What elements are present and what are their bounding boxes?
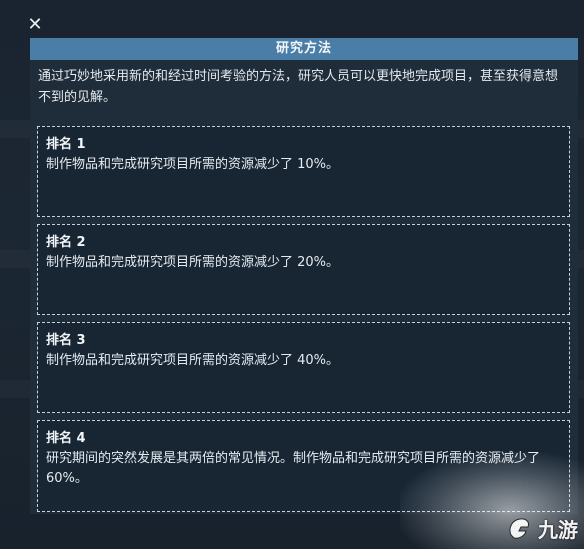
rank-effect: 制作物品和完成研究项目所需的资源减少了 20%。: [46, 255, 340, 270]
rank-name: 排名 4: [46, 431, 86, 446]
rank-name: 排名 1: [46, 137, 86, 152]
rank-effect: 制作物品和完成研究项目所需的资源减少了 10%。: [46, 157, 340, 172]
dialog-description: 通过巧妙地采用新的和经过时间考验的方法，研究人员可以更快地完成项目，甚至获得意想…: [38, 69, 559, 105]
watermark: 九游: [504, 513, 578, 543]
research-dialog: 研究方法 通过巧妙地采用新的和经过时间考验的方法，研究人员可以更快地完成项目，甚…: [30, 38, 578, 514]
dialog-title: 研究方法: [30, 38, 578, 60]
rank-card-2: 排名 2 制作物品和完成研究项目所需的资源减少了 20%。: [37, 224, 570, 315]
rank-card-1: 排名 1 制作物品和完成研究项目所需的资源减少了 10%。: [37, 126, 570, 217]
close-button[interactable]: ✕: [24, 14, 46, 36]
jiuyou-logo-icon: [509, 518, 529, 539]
rank-name: 排名 3: [46, 333, 86, 348]
rank-effect: 制作物品和完成研究项目所需的资源减少了 40%。: [46, 353, 340, 368]
rank-name: 排名 2: [46, 235, 86, 250]
rank-card-3: 排名 3 制作物品和完成研究项目所需的资源减少了 40%。: [37, 322, 570, 413]
watermark-text: 九游: [538, 517, 578, 542]
